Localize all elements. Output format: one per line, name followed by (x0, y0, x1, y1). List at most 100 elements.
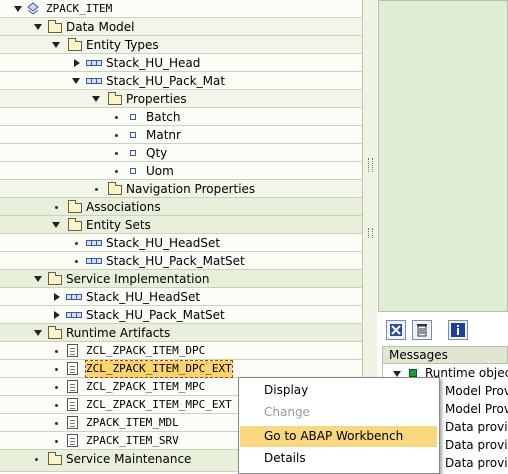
tree-row-root[interactable]: ZPACK_ITEM (0, 0, 362, 18)
trash-icon[interactable] (412, 320, 432, 340)
tree-row-impl-head[interactable]: Stack_HU_HeadSet (0, 288, 362, 306)
messages-toolbar (378, 314, 508, 344)
tree-label: ZCL_ZPACK_ITEM_DPC (86, 344, 206, 357)
expand-toggle[interactable] (54, 311, 60, 319)
leaf-bullet (55, 422, 58, 425)
tree-label: Stack_HU_HeadSet (86, 290, 201, 304)
tree-label: Data Model (66, 20, 135, 34)
menu-item-goto-workbench[interactable]: Go to ABAP Workbench (240, 426, 437, 447)
close-icon[interactable] (386, 320, 406, 340)
tree-label: ZCL_ZPACK_ITEM_MPC_EXT (86, 398, 232, 411)
leaf-bullet (55, 368, 58, 371)
tree-row-prop-matnr[interactable]: Matnr (0, 126, 362, 144)
menu-item-label: Display (264, 383, 309, 397)
expand-toggle[interactable] (74, 59, 80, 67)
tree-row-data-model[interactable]: Data Model (0, 18, 362, 36)
messages-header: Messages (382, 346, 508, 364)
leaf-bullet (55, 386, 58, 389)
menu-item-display[interactable]: Display (240, 380, 437, 401)
tree-row-art-dpc[interactable]: ZCL_ZPACK_ITEM_DPC (0, 342, 362, 360)
expand-toggle[interactable] (34, 24, 42, 30)
tree-label: Stack_HU_HeadSet (106, 236, 221, 250)
leaf-bullet (35, 458, 38, 461)
tree-row-nav-properties[interactable]: Navigation Properties (0, 180, 362, 198)
property-icon (130, 168, 136, 174)
folder-icon (108, 182, 122, 195)
leaf-bullet (55, 350, 58, 353)
leaf-bullet (55, 404, 58, 407)
menu-item-label: Change (264, 405, 310, 419)
leaf-bullet (115, 116, 118, 119)
tree-row-art-dpc-ext[interactable]: ZCL_ZPACK_ITEM_DPC_EXT (0, 360, 362, 378)
tree-row-associations[interactable]: Associations (0, 198, 362, 216)
tree-row-impl-pack[interactable]: Stack_HU_Pack_MatSet (0, 306, 362, 324)
tree-label: Batch (146, 110, 181, 124)
expand-toggle[interactable] (52, 222, 60, 228)
tree-row-entity-sets[interactable]: Entity Sets (0, 216, 362, 234)
tree-row-properties[interactable]: Properties (0, 90, 362, 108)
expand-toggle[interactable] (54, 293, 60, 301)
leaf-bullet (95, 188, 98, 191)
tree-row-set-pack[interactable]: Stack_HU_Pack_MatSet (0, 252, 362, 270)
folder-icon (48, 20, 62, 33)
tree-row-entity-types[interactable]: Entity Types (0, 36, 362, 54)
menu-item-change: Change (240, 402, 437, 423)
folder-icon (48, 326, 62, 339)
leaf-bullet (55, 440, 58, 443)
expand-toggle[interactable] (92, 96, 100, 102)
entity-set-icon (66, 312, 82, 318)
folder-icon (48, 452, 62, 465)
splitter-grip[interactable] (368, 158, 373, 172)
class-document-icon (67, 344, 78, 357)
tree-row-prop-batch[interactable]: Batch (0, 108, 362, 126)
entity-type-icon (86, 60, 102, 66)
entity-set-icon (86, 240, 102, 246)
leaf-bullet (115, 134, 118, 137)
expand-toggle[interactable] (72, 78, 80, 84)
folder-icon (68, 218, 82, 231)
menu-item-label: Details (264, 451, 306, 465)
tree-row-service-impl[interactable]: Service Implementation (0, 270, 362, 288)
expand-toggle[interactable] (34, 276, 42, 282)
tree-label: ZPACK_ITEM_SRV (86, 434, 179, 447)
splitter-grip[interactable] (368, 228, 373, 238)
folder-icon (48, 272, 62, 285)
menu-item-details[interactable]: Details (240, 448, 437, 469)
root-label: ZPACK_ITEM (46, 2, 113, 15)
tree-label: Entity Types (86, 38, 159, 52)
class-document-icon (67, 362, 78, 375)
tree-label: Service Implementation (66, 272, 210, 286)
tree-label: Runtime Artifacts (66, 326, 171, 340)
selected-tree-label[interactable]: ZCL_ZPACK_ITEM_DPC_EXT (85, 360, 233, 378)
info-icon[interactable] (448, 320, 468, 340)
tree-label: Entity Sets (86, 218, 151, 232)
expand-toggle[interactable] (14, 6, 22, 12)
tree-row-entity-pack[interactable]: Stack_HU_Pack_Mat (0, 72, 362, 90)
property-icon (130, 150, 136, 156)
entity-set-icon (66, 294, 82, 300)
class-document-icon (67, 398, 78, 411)
tree-row-prop-qty[interactable]: Qty (0, 144, 362, 162)
tree-label: Stack_HU_Pack_MatSet (86, 308, 225, 322)
menu-item-label: Go to ABAP Workbench (264, 429, 404, 443)
tree-row-runtime-artifacts[interactable]: Runtime Artifacts (0, 324, 362, 342)
tree-row-entity-head[interactable]: Stack_HU_Head (0, 54, 362, 72)
leaf-bullet (115, 170, 118, 173)
folder-icon (68, 38, 82, 51)
context-menu: Display Change Go to ABAP Workbench Deta… (238, 377, 440, 474)
tree-label: Stack_HU_Pack_MatSet (106, 254, 245, 268)
tree-label: ZPACK_ITEM_MDL (86, 416, 179, 429)
expand-toggle[interactable] (34, 330, 42, 336)
tree-row-set-head[interactable]: Stack_HU_HeadSet (0, 234, 362, 252)
expand-toggle[interactable] (52, 42, 60, 48)
folder-icon (108, 92, 122, 105)
tree-label: Uom (146, 164, 174, 178)
tree-label: Matnr (146, 128, 181, 142)
detail-area (378, 0, 508, 312)
entity-type-icon (86, 78, 102, 84)
status-green-icon (409, 369, 417, 377)
service-document-icon (67, 434, 78, 447)
tree-row-prop-uom[interactable]: Uom (0, 162, 362, 180)
tree-label: Navigation Properties (126, 182, 256, 196)
leaf-bullet (115, 152, 118, 155)
